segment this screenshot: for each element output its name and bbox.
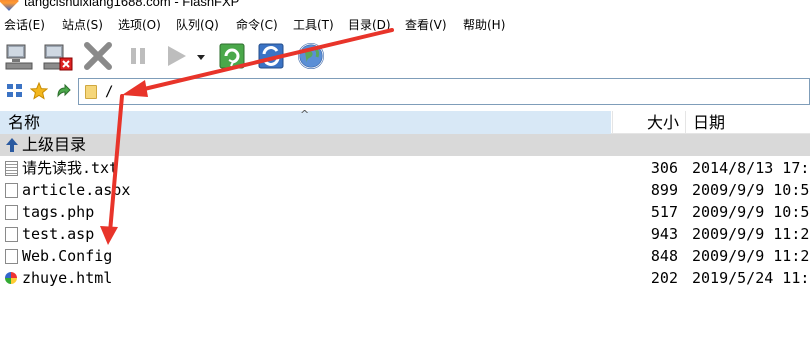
parent-directory-row[interactable]: 上级目录	[0, 134, 810, 156]
title-bar: tangcishuixiang1688.com - FlashFXP	[0, 0, 810, 12]
parent-directory-label: 上级目录	[22, 135, 87, 154]
file-size: 848	[650, 247, 678, 265]
menu-directory[interactable]: 目录(D)	[348, 17, 391, 33]
abort-button[interactable]	[82, 40, 114, 72]
menu-help[interactable]: 帮助(H)	[463, 17, 505, 33]
file-date: 2014/8/13 17:	[692, 159, 810, 177]
disconnect-button[interactable]	[42, 40, 74, 72]
pause-button[interactable]	[122, 40, 154, 72]
file-size: 899	[650, 181, 678, 199]
file-row[interactable]: Web.Config 848 2009/9/9 11:2	[0, 245, 810, 267]
transfer-queue-icon	[168, 46, 186, 66]
file-name: zhuye.html	[22, 269, 113, 287]
file-date: 2009/9/9 10:5	[692, 181, 810, 199]
column-header-size[interactable]: 大小	[612, 111, 684, 134]
file-date: 2009/9/9 11:2	[692, 247, 810, 265]
up-folder-icon	[4, 137, 20, 153]
file-list-header: 名称 大小 日期	[0, 111, 810, 134]
star-icon	[30, 82, 48, 100]
file-icon	[5, 227, 18, 242]
file-size: 202	[650, 269, 678, 287]
flashfxp-logo-icon	[0, 0, 19, 11]
up-arrow-icon	[57, 83, 71, 98]
file-icon	[5, 249, 18, 264]
file-name: article.aspx	[22, 181, 131, 199]
main-toolbar	[0, 37, 810, 75]
dropdown-arrow-icon	[197, 55, 205, 60]
menu-options[interactable]: 选项(O)	[118, 17, 161, 33]
parent-directory-button[interactable]	[54, 82, 72, 100]
pause-icon	[131, 48, 145, 64]
file-name: tags.php	[22, 203, 95, 221]
globe-button[interactable]	[295, 40, 327, 72]
menu-queue[interactable]: 队列(Q)	[176, 17, 219, 33]
folder-icon	[85, 85, 97, 99]
connect-button[interactable]	[4, 40, 36, 72]
transfer-queue-button[interactable]	[160, 40, 192, 72]
file-row[interactable]: test.asp 943 2009/9/9 11:2	[0, 223, 810, 245]
sync-browse-button[interactable]	[255, 40, 287, 72]
menu-bar: 会话(E) 站点(S) 选项(O) 队列(Q) 命令(C) 工具(T) 目录(D…	[0, 13, 810, 37]
window-title: tangcishuixiang1688.com - FlashFXP	[24, 0, 240, 9]
html-file-icon	[5, 272, 17, 284]
transfer-queue-dropdown[interactable]	[194, 40, 208, 72]
file-icon	[5, 205, 18, 220]
address-row: /	[0, 77, 810, 107]
file-size: 306	[650, 159, 678, 177]
file-size: 943	[650, 225, 678, 243]
refresh-button[interactable]	[216, 40, 248, 72]
file-icon	[5, 183, 18, 198]
disconnect-icon	[43, 44, 73, 71]
menu-tools[interactable]: 工具(T)	[293, 17, 334, 33]
file-name: 请先读我.txt	[22, 159, 119, 177]
file-size: 517	[650, 203, 678, 221]
file-row[interactable]: article.aspx 899 2009/9/9 10:5	[0, 179, 810, 201]
path-value: /	[105, 84, 114, 100]
file-row[interactable]: tags.php 517 2009/9/9 10:5	[0, 201, 810, 223]
file-row[interactable]: 请先读我.txt 306 2014/8/13 17:	[0, 157, 810, 179]
globe-icon	[298, 43, 324, 69]
sort-ascending-icon: ^	[300, 108, 310, 121]
menu-commands[interactable]: 命令(C)	[236, 17, 278, 33]
menu-view[interactable]: 查看(V)	[405, 17, 447, 33]
abort-icon	[84, 42, 112, 70]
menu-session[interactable]: 会话(E)	[4, 17, 45, 33]
text-file-icon	[5, 161, 18, 176]
menu-sites[interactable]: 站点(S)	[62, 17, 103, 33]
file-date: 2009/9/9 10:5	[692, 203, 810, 221]
favorites-button[interactable]	[30, 82, 48, 100]
file-name: Web.Config	[22, 247, 113, 265]
file-name: test.asp	[22, 225, 95, 243]
column-header-date[interactable]: 日期	[685, 111, 810, 134]
connect-icon	[5, 44, 33, 70]
file-date: 2009/9/9 11:2	[692, 225, 810, 243]
site-tree-icon	[7, 84, 22, 97]
path-input[interactable]: /	[78, 78, 810, 105]
sync-browse-icon	[258, 43, 284, 69]
site-manager-button[interactable]	[6, 82, 24, 100]
file-date: 2019/5/24 11:	[692, 269, 810, 287]
refresh-icon	[219, 43, 245, 69]
file-row[interactable]: zhuye.html 202 2019/5/24 11:	[0, 267, 810, 289]
